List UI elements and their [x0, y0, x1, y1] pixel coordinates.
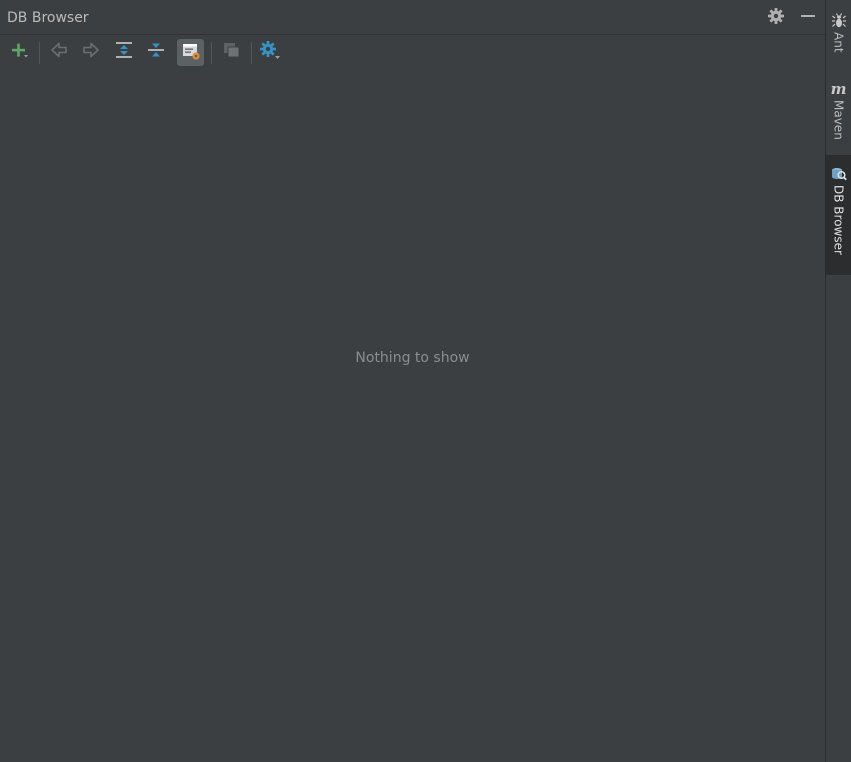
empty-state-message: Nothing to show	[355, 350, 470, 366]
panel-title-bar: DB Browser	[0, 0, 825, 35]
db-browser-icon	[830, 165, 848, 183]
object-properties-button[interactable]	[177, 39, 204, 66]
panel-hide-button[interactable]	[798, 8, 818, 28]
panel-toolbar	[0, 36, 825, 70]
toolbar-separator	[211, 42, 212, 64]
object-properties-icon	[181, 41, 201, 65]
navigate-forward-icon	[81, 40, 101, 64]
tool-tab-label: DB Browser	[831, 185, 846, 255]
tool-tab-label: Ant	[831, 32, 846, 53]
toolbar-separator	[251, 42, 252, 64]
multiple-windows-icon	[221, 40, 241, 64]
collapse-all-button[interactable]	[143, 39, 169, 65]
expand-all-icon	[114, 40, 134, 64]
db-browser-panel: DB Browser Nothing to show	[0, 0, 825, 762]
add-connection-button[interactable]	[6, 39, 32, 65]
navigate-forward-button[interactable]	[78, 39, 104, 65]
expand-all-button[interactable]	[111, 39, 137, 65]
toolbar-separator	[39, 42, 40, 64]
gear-icon	[767, 7, 785, 29]
browser-tree-area[interactable]: Nothing to show	[0, 70, 825, 762]
db-settings-button[interactable]	[257, 39, 283, 65]
panel-title: DB Browser	[7, 10, 89, 26]
tool-tab-db-browser[interactable]: DB Browser	[826, 155, 851, 275]
navigate-back-button[interactable]	[46, 39, 72, 65]
minimize-icon	[799, 7, 817, 29]
right-tool-strip: Ant m Maven DB Browser	[825, 0, 851, 762]
app-window: DB Browser Nothing to show Ant m Maven D…	[0, 0, 851, 762]
collapse-all-icon	[146, 40, 166, 64]
multiple-windows-button[interactable]	[218, 39, 244, 65]
add-connection-icon	[9, 40, 29, 64]
tool-tab-label: Maven	[831, 100, 846, 140]
maven-icon: m	[830, 80, 847, 98]
panel-settings-button[interactable]	[766, 8, 786, 28]
ant-icon	[830, 12, 848, 30]
navigate-back-icon	[49, 40, 69, 64]
settings-icon	[259, 40, 281, 64]
tool-tab-ant[interactable]: Ant	[826, 8, 851, 62]
tool-tab-maven[interactable]: m Maven	[826, 76, 851, 148]
